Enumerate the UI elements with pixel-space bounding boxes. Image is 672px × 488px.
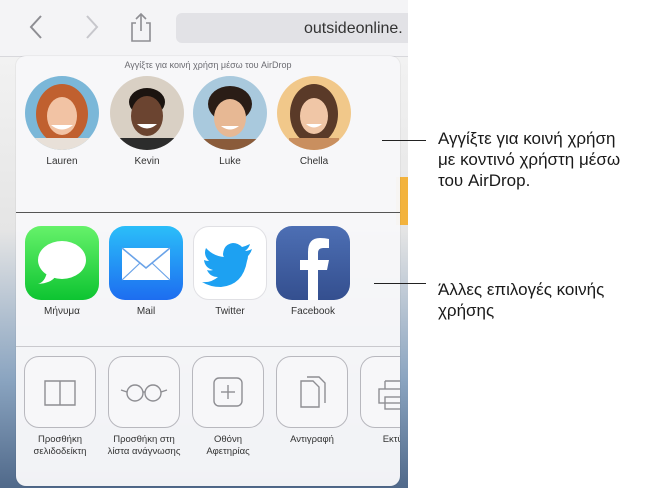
person-name: Chella xyxy=(299,156,329,167)
mail-icon xyxy=(109,226,183,300)
person-name: Luke xyxy=(219,156,241,167)
print-icon xyxy=(360,356,400,428)
app-label: Twitter xyxy=(215,306,245,317)
airdrop-person-kevin[interactable]: Kevin xyxy=(105,76,189,186)
share-app-messages[interactable]: Μήνυμα xyxy=(22,226,102,317)
messages-icon xyxy=(25,226,99,300)
airdrop-people: Lauren Kevin Luke Chella xyxy=(16,76,400,206)
share-app-facebook[interactable]: Facebook xyxy=(273,226,353,317)
address-bar[interactable]: outsideonline. xyxy=(176,13,408,43)
callout-airdrop: Αγγίξτε για κοινή χρήση με κοντινό χρήστ… xyxy=(438,129,621,190)
app-label: Facebook xyxy=(291,306,335,317)
avatar xyxy=(277,76,351,150)
copy-documents-icon xyxy=(276,356,348,428)
share-app-twitter[interactable]: Twitter xyxy=(190,226,270,317)
add-plus-icon xyxy=(192,356,264,428)
action-label: Εκτύπ xyxy=(382,434,400,445)
section-divider xyxy=(16,212,400,213)
share-app-mail[interactable]: Mail xyxy=(106,226,186,317)
action-label: Προσθήκη στη λίστα ανάγνωσης xyxy=(107,434,181,457)
airdrop-person-lauren[interactable]: Lauren xyxy=(20,76,104,186)
action-label: Οθόνη Αφετηρίας xyxy=(206,434,250,457)
ipad-screen: outsideonline. Αγγίξτε για κοινή χρήση μ… xyxy=(0,0,408,488)
action-home-screen[interactable]: Οθόνη Αφετηρίας xyxy=(186,356,270,458)
forward-button[interactable] xyxy=(76,12,106,42)
action-label: Αντιγραφή xyxy=(290,434,334,445)
share-icon xyxy=(131,12,151,42)
section-divider xyxy=(16,346,400,347)
callout-other-sharing: Άλλες επιλογές κοινής χρήσης xyxy=(438,280,605,320)
safari-toolbar: outsideonline. xyxy=(0,0,408,57)
airdrop-person-luke[interactable]: Luke xyxy=(188,76,272,186)
facebook-icon xyxy=(276,226,350,300)
share-actions: Προσθήκη σελιδοδείκτη Προσθήκη στη λίστα… xyxy=(16,356,400,486)
app-label: Mail xyxy=(136,306,156,317)
airdrop-person-chella[interactable]: Chella xyxy=(272,76,356,186)
app-label: Μήνυμα xyxy=(44,306,80,317)
callout-line-airdrop xyxy=(382,140,426,141)
chevron-right-icon xyxy=(86,15,99,39)
callout-line-other-sharing xyxy=(374,283,426,284)
avatar xyxy=(193,76,267,150)
action-print[interactable]: Εκτύπ xyxy=(354,356,400,446)
airdrop-hint: Αγγίξτε για κοινή χρήση μέσω του AirDrop xyxy=(124,60,292,70)
bookmark-book-icon xyxy=(24,356,96,428)
avatar xyxy=(25,76,99,150)
action-add-bookmark[interactable]: Προσθήκη σελιδοδείκτη xyxy=(18,356,102,458)
chevron-left-icon xyxy=(29,15,42,39)
action-label: Προσθήκη σελιδοδείκτη xyxy=(33,434,87,457)
action-copy[interactable]: Αντιγραφή xyxy=(270,356,354,446)
twitter-icon xyxy=(193,226,267,300)
share-button[interactable] xyxy=(126,12,156,42)
url-text: outsideonline. xyxy=(304,20,403,37)
reading-glasses-icon xyxy=(108,356,180,428)
person-name: Kevin xyxy=(134,156,160,167)
person-name: Lauren xyxy=(46,156,78,167)
action-add-reading-list[interactable]: Προσθήκη στη λίστα ανάγνωσης xyxy=(102,356,186,458)
share-sheet: Αγγίξτε για κοινή χρήση μέσω του AirDrop… xyxy=(16,56,400,486)
back-button[interactable] xyxy=(22,12,52,42)
avatar xyxy=(110,76,184,150)
share-apps: Μήνυμα Mail Twitter Facebook xyxy=(16,226,400,336)
